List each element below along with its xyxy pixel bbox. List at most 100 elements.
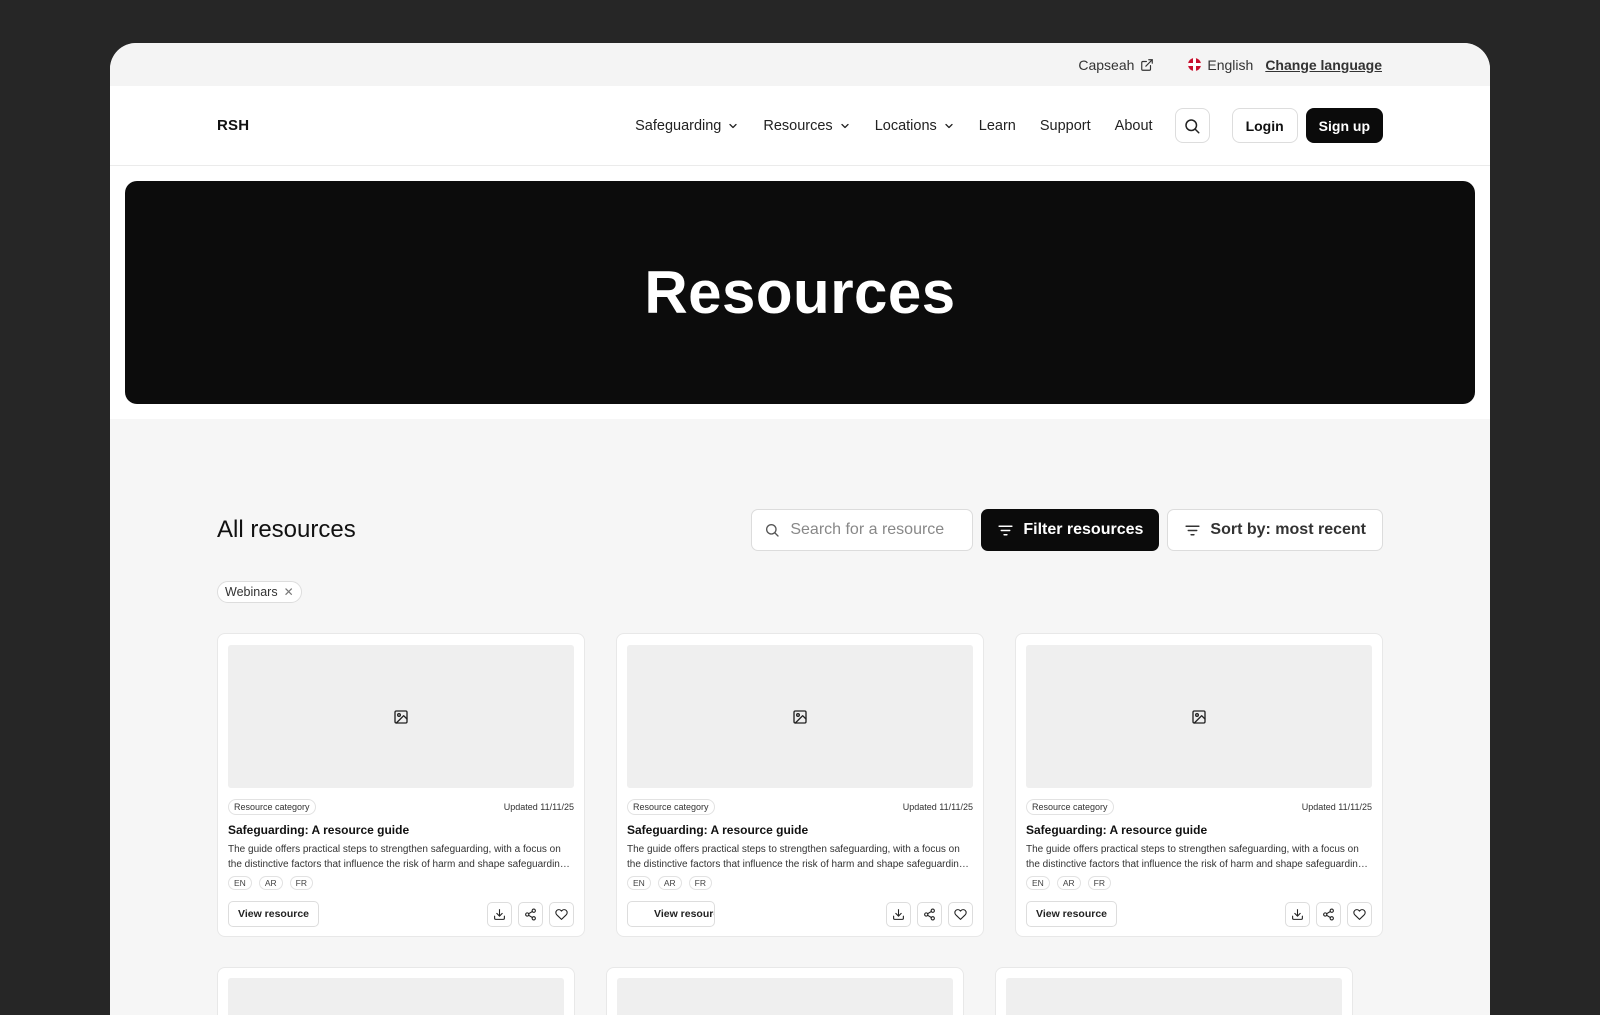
current-language: English [1207,56,1254,73]
card-meta: Resource category Updated 11/11/25 [1026,799,1372,815]
filter-resources-button[interactable]: Filter resources [981,509,1160,551]
resources-toolbar: All resources Filter resources Sort by: … [217,509,1383,551]
toolbar-controls: Filter resources Sort by: most recent [751,509,1383,551]
card-description: The guide offers practical steps to stre… [627,844,965,870]
heart-icon [954,908,967,920]
view-resource-button[interactable]: View resource [627,901,715,927]
card-icon-buttons [487,901,574,927]
share-button[interactable] [518,901,543,927]
resource-thumbnail [228,978,564,1015]
favorite-button[interactable] [948,901,973,927]
close-icon[interactable]: ✕ [284,585,294,599]
utility-bar: Capseah English Change language [110,43,1490,86]
sort-button[interactable]: Sort by: most recent [1167,509,1383,551]
resource-search-input[interactable] [790,521,961,539]
language-tag: AR [258,876,283,890]
favorite-button[interactable] [549,901,574,927]
updated-date: Updated 11/11/25 [503,802,574,812]
nav-item-about[interactable]: About [1115,118,1153,134]
image-placeholder-icon [1192,709,1206,724]
download-icon [494,908,505,920]
nav-links: Safeguarding Resources Locations Learn S… [635,118,1152,134]
resource-thumbnail [1026,645,1372,788]
nav-item-locations[interactable]: Locations [875,118,955,134]
language-tag: EN [627,876,651,890]
download-button[interactable] [487,901,512,927]
nav-item-safeguarding[interactable]: Safeguarding [635,118,739,134]
active-filters: Webinars ✕ [217,581,1383,603]
card-title[interactable]: Safeguarding: A resource guide [1026,823,1372,837]
heart-icon [555,908,568,920]
nav-search-button[interactable] [1174,108,1210,143]
nav-item-label: Resources [763,117,833,134]
signup-button[interactable]: Sign up [1305,108,1383,143]
nav-item-support[interactable]: Support [1040,118,1091,134]
card-meta: Resource category Updated 11/11/25 [228,799,574,815]
resource-thumbnail [617,978,953,1015]
main-navbar: RSH Safeguarding Resources Locations Lea… [110,86,1490,166]
share-button[interactable] [1316,901,1341,927]
nav-item-learn[interactable]: Learn [979,118,1016,134]
download-icon [1292,908,1303,920]
hero-banner: Resources [125,181,1475,404]
site-logo[interactable]: RSH [217,117,249,134]
partner-link-label: Capseah [1078,56,1135,73]
page-title: Resources [644,259,956,326]
resource-card: Resource category Updated 11/11/25 Safeg… [217,633,585,937]
external-link-icon [1141,58,1154,71]
card-description: The guide offers practical steps to stre… [228,844,566,870]
language-tag: AR [657,876,682,890]
chevron-down-icon [729,123,737,128]
section-heading: All resources [217,516,356,543]
language-tag: EN [1026,876,1050,890]
view-resource-button[interactable]: View resource [228,901,320,927]
resources-section: All resources Filter resources Sort by: … [110,419,1490,1015]
updated-date: Updated 11/11/25 [1301,802,1372,812]
download-button[interactable] [1285,901,1310,927]
card-icon-buttons [1285,901,1372,927]
updated-date: Updated 11/11/25 [902,802,973,812]
chevron-down-icon [841,123,849,128]
filter-chip-label: Webinars [225,585,278,599]
partner-link[interactable]: Capseah [1078,57,1154,73]
login-button[interactable]: Login [1231,108,1298,143]
resource-card [995,967,1353,1015]
heart-icon [1353,908,1366,920]
resource-search-field[interactable] [751,509,974,551]
filter-label: Filter resources [1023,521,1144,538]
card-icon-buttons [886,901,973,927]
language-tags: EN AR FR [228,876,574,890]
card-title[interactable]: Safeguarding: A resource guide [228,823,574,837]
sort-icon [1185,525,1200,535]
chevron-down-icon [945,123,953,128]
category-badge: Resource category [627,799,715,815]
nav-item-label: Locations [874,117,937,134]
share-button[interactable] [917,901,942,927]
language-tags: EN AR FR [627,876,973,890]
view-resource-button[interactable]: View resource [1026,901,1118,927]
card-meta: Resource category Updated 11/11/25 [627,799,973,815]
nav-item-label: Learn [978,117,1016,134]
category-badge: Resource category [228,799,316,815]
nav-item-resources[interactable]: Resources [763,118,850,134]
category-badge: Resource category [1026,799,1114,815]
browser-frame: Capseah English Change language RSH Safe… [110,43,1490,1015]
sort-label: Sort by: most recent [1210,521,1366,538]
hero-section: Resources [110,166,1490,419]
filter-chip[interactable]: Webinars ✕ [217,581,302,603]
resource-thumbnail [627,645,973,788]
language-tag: FR [688,876,712,890]
card-title[interactable]: Safeguarding: A resource guide [627,823,973,837]
resource-grid: Resource category Updated 11/11/25 Safeg… [217,633,1383,937]
change-language-link[interactable]: Change language [1265,57,1382,73]
filter-icon [998,525,1013,535]
share-icon [1323,908,1334,920]
card-description: The guide offers practical steps to stre… [1026,844,1364,870]
favorite-button[interactable] [1347,901,1372,927]
search-icon [1185,118,1200,133]
language-indicator: English [1188,57,1253,73]
download-button[interactable] [886,901,911,927]
nav-item-label: Support [1039,117,1091,134]
language-tag: AR [1056,876,1081,890]
language-tags: EN AR FR [1026,876,1372,890]
